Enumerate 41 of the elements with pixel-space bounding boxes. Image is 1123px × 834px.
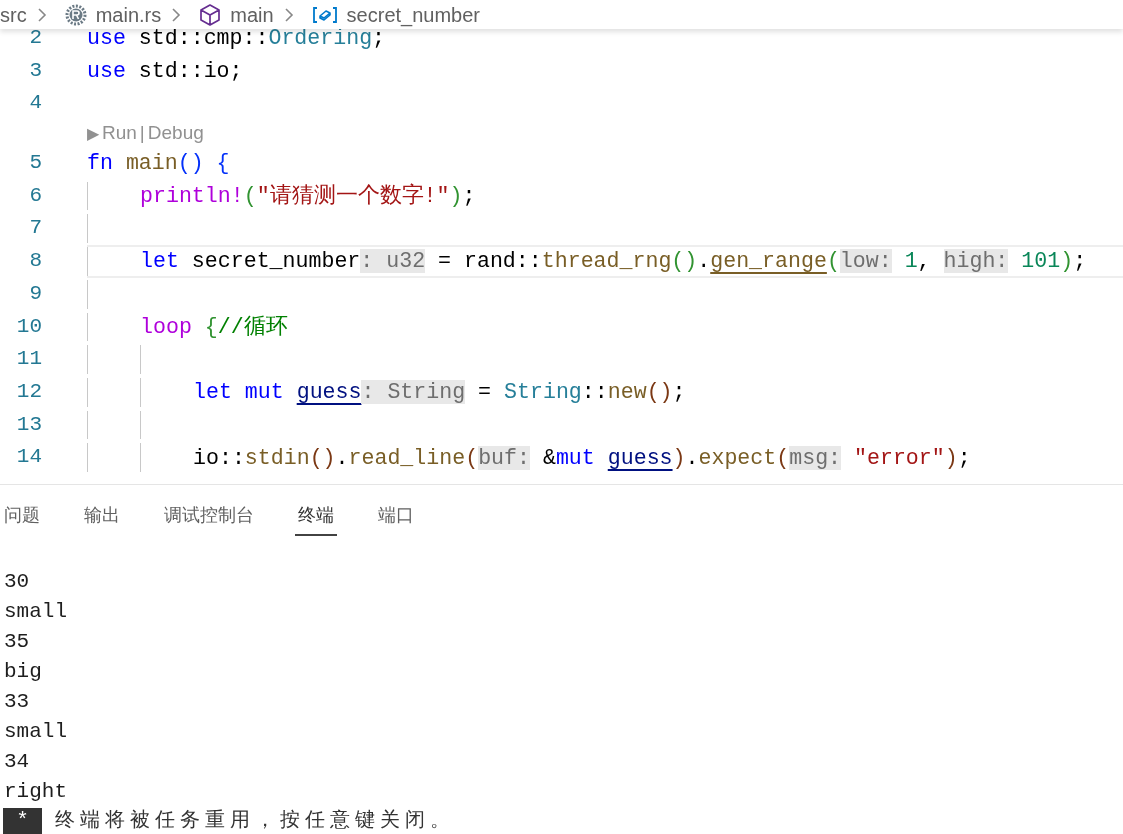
line-number: 11: [15, 346, 42, 373]
line-number: 4: [28, 90, 42, 117]
code-line: println!("请猜测一个数字!");: [140, 182, 476, 211]
code-line: loop {//循环: [140, 313, 288, 341]
cube-icon: [199, 2, 222, 27]
panel-tab[interactable]: 调试控制台: [161, 498, 257, 536]
panel-tab[interactable]: 终端: [295, 498, 337, 536]
terminal-line: big: [3, 659, 43, 685]
code-line: let secret_number: u32 = rand::thread_rng().gen_range(low: 1, high: 101);: [140, 248, 1087, 276]
terminal-message: 终端将被任务重用，按任意键关闭。: [55, 807, 455, 834]
terminal-line: 35: [3, 629, 31, 655]
code-line: io::stdin().read_line(buf: &mut guess).expect(msg: "error");: [193, 444, 971, 472]
terminal-line: small: [3, 599, 68, 625]
line-number: 13: [15, 411, 42, 438]
code-line: use std::io;: [87, 58, 243, 86]
terminal-line: right: [3, 779, 68, 805]
code-line: fn main() {: [87, 150, 230, 178]
panel-tab[interactable]: 问题: [1, 498, 43, 536]
line-number: 5: [28, 150, 42, 177]
play-icon: ▶: [87, 121, 99, 146]
terminal-line: 30: [3, 569, 31, 595]
gear-icon: [64, 3, 87, 26]
panel-tab[interactable]: 端口: [375, 498, 417, 536]
terminal-line: 34: [3, 749, 31, 775]
terminal-line: small: [3, 719, 68, 745]
line-number: 2: [28, 25, 42, 51]
variable-icon: [311, 4, 338, 25]
terminal-line: 33: [3, 689, 31, 715]
line-number: 9: [28, 280, 42, 307]
line-number: 12: [15, 378, 42, 405]
breadcrumb-item[interactable]: src: [0, 0, 27, 30]
line-number: 6: [28, 182, 42, 209]
line-number: 10: [15, 313, 42, 340]
line-number: 8: [28, 248, 42, 275]
separator: |: [139, 121, 145, 146]
task-badge: *: [3, 807, 42, 834]
code-line: let mut guess: String = String::new();: [193, 379, 686, 407]
line-number: 7: [28, 215, 42, 242]
panel-tab[interactable]: 输出: [81, 498, 123, 536]
line-number: 14: [15, 444, 42, 471]
line-number: 3: [28, 57, 42, 84]
